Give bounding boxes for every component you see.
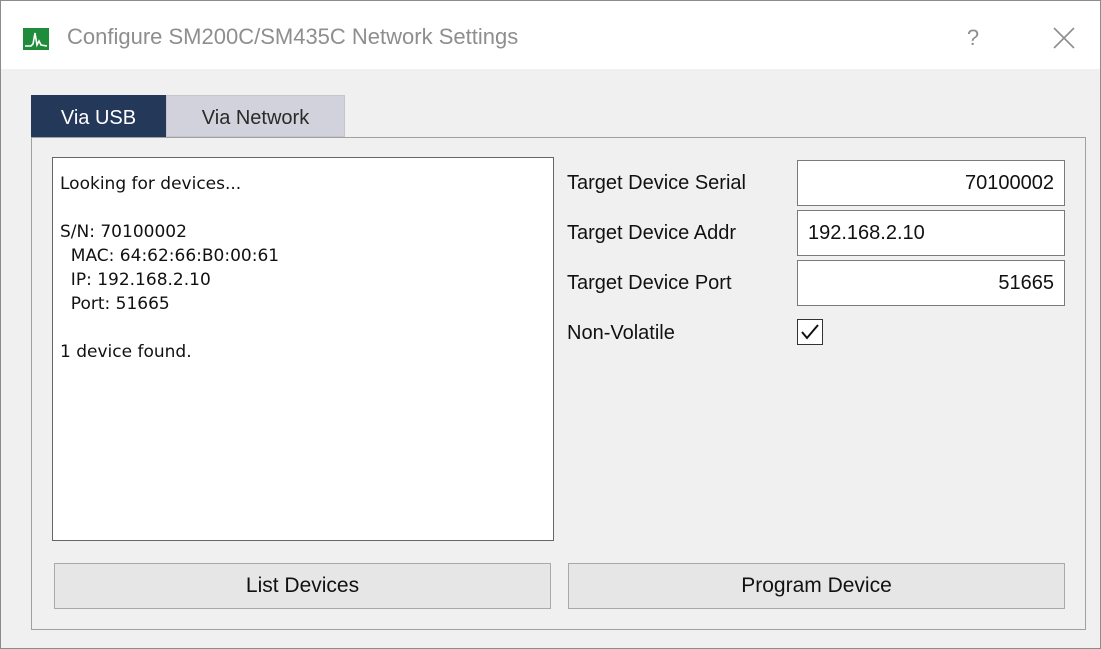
- tab-panel-usb: Looking for devices... S/N: 70100002 MAC…: [31, 137, 1086, 630]
- port-field[interactable]: [797, 260, 1065, 306]
- log-line: 1 device found.: [60, 342, 192, 362]
- serial-field[interactable]: [797, 160, 1065, 206]
- program-device-button[interactable]: Program Device: [568, 563, 1065, 609]
- nonvolatile-checkbox[interactable]: [797, 319, 823, 345]
- checkmark-icon: [801, 324, 819, 340]
- addr-label: Target Device Addr: [567, 222, 736, 244]
- log-line: Looking for devices...: [60, 174, 242, 194]
- tab-via-network[interactable]: Via Network: [166, 95, 345, 137]
- window-title: Configure SM200C/SM435C Network Settings: [67, 24, 519, 49]
- log-line: IP: 192.168.2.10: [60, 270, 211, 290]
- log-line: Port: 51665: [60, 294, 170, 314]
- device-log: Looking for devices... S/N: 70100002 MAC…: [52, 157, 554, 541]
- addr-field[interactable]: [797, 210, 1065, 256]
- log-line: S/N: 70100002: [60, 222, 187, 242]
- port-label: Target Device Port: [567, 272, 732, 294]
- list-devices-button[interactable]: List Devices: [54, 563, 551, 609]
- close-icon[interactable]: [1041, 15, 1087, 61]
- dialog-window: Configure SM200C/SM435C Network Settings…: [0, 0, 1101, 649]
- spectrum-analyzer-icon: [23, 28, 49, 50]
- log-line: MAC: 64:62:66:B0:00:61: [60, 246, 280, 266]
- nonvolatile-label: Non-Volatile: [567, 322, 675, 344]
- tab-via-usb[interactable]: Via USB: [31, 95, 166, 137]
- serial-label: Target Device Serial: [567, 172, 746, 194]
- help-button[interactable]: ?: [953, 15, 993, 61]
- title-bar: Configure SM200C/SM435C Network Settings…: [1, 1, 1100, 69]
